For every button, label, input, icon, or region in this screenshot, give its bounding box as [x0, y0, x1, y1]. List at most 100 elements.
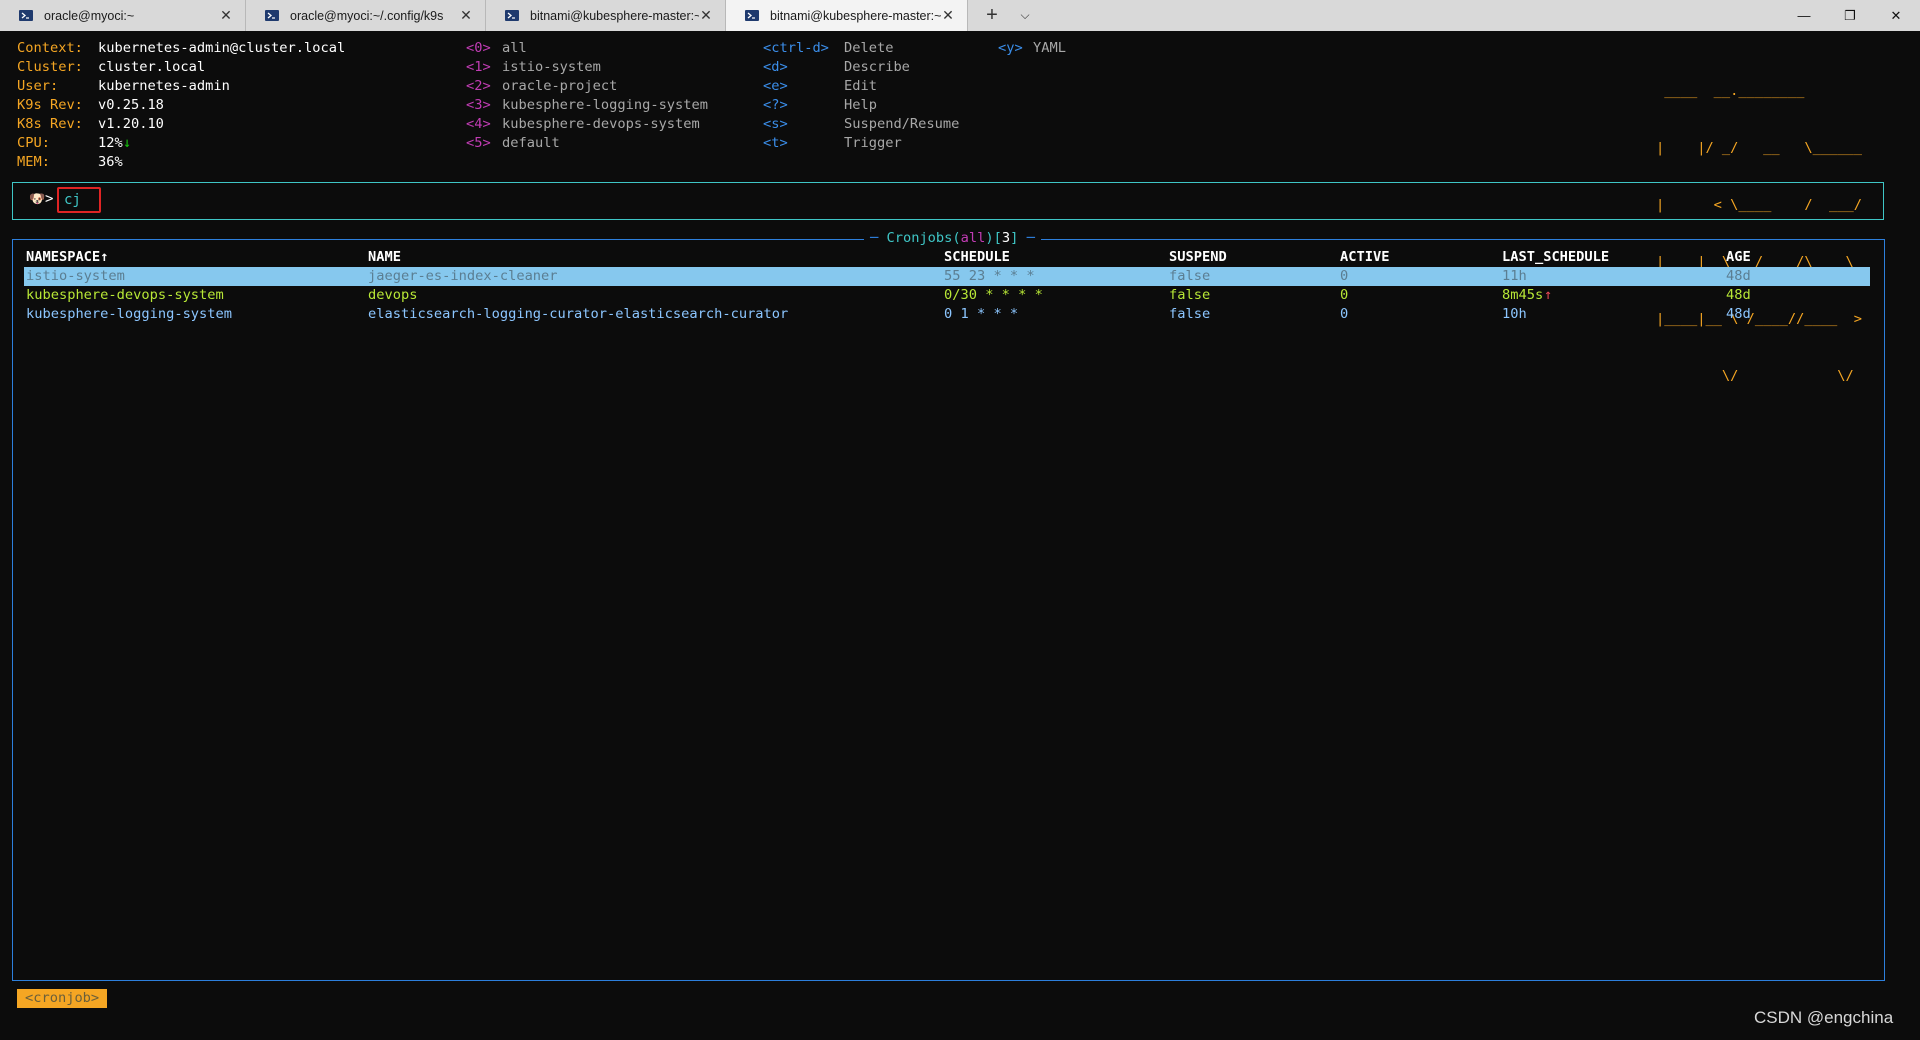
command-input[interactable]	[57, 187, 101, 213]
dog-icon: 🐶	[29, 192, 46, 207]
namespace-name[interactable]: default	[502, 134, 560, 153]
info-label: User:	[17, 78, 59, 94]
cell-name: jaeger-es-index-cleaner	[368, 268, 558, 284]
cell-namespace: kubesphere-devops-system	[26, 287, 224, 303]
shortcut-key: <?>	[763, 97, 788, 113]
namespace-name[interactable]: all	[502, 39, 527, 58]
cell-namespace: istio-system	[26, 268, 125, 284]
cronjobs-table-frame	[12, 239, 1885, 981]
header-name[interactable]: NAME	[368, 248, 401, 267]
namespace-key: <4>	[466, 116, 491, 132]
cell-schedule: 55 23 * * *	[944, 268, 1035, 284]
close-icon[interactable]: ✕	[699, 7, 713, 24]
info-value: kubernetes-admin@cluster.local	[98, 40, 346, 56]
table-resource: Cronjobs	[886, 230, 953, 246]
cell-suspend: false	[1169, 287, 1211, 303]
restore-button[interactable]: ❐	[1827, 0, 1873, 31]
info-label: MEM:	[17, 154, 50, 170]
header-last-schedule[interactable]: LAST_SCHEDULE	[1502, 248, 1609, 267]
title-rule: ─	[1018, 230, 1035, 246]
watermark: CSDN @engchina	[1754, 1008, 1894, 1027]
cell-age: 48d	[1726, 287, 1751, 303]
close-icon[interactable]: ✕	[219, 7, 233, 24]
shortcut-key: <d>	[763, 59, 788, 75]
cell-name: devops	[368, 287, 418, 303]
close-window-button[interactable]: ✕	[1873, 0, 1919, 31]
tab-dropdown-button[interactable]: ⌵	[1012, 0, 1038, 31]
close-icon[interactable]: ✕	[459, 7, 473, 24]
table-count: 3	[1001, 230, 1011, 246]
info-label: Cluster:	[17, 59, 83, 75]
tab-title: bitnami@kubesphere-master:~	[530, 8, 699, 23]
shortcut-action[interactable]: YAML	[1033, 39, 1066, 58]
namespace-key: <0>	[466, 40, 491, 56]
breadcrumb[interactable]: <cronjob>	[17, 989, 108, 1008]
namespace-name[interactable]: istio-system	[502, 58, 601, 77]
info-value: cluster.local	[98, 59, 206, 75]
powershell-icon	[505, 10, 519, 21]
shortcut-action[interactable]: Describe	[844, 58, 910, 77]
shortcut-action[interactable]: Edit	[844, 77, 877, 96]
table-row[interactable]: istio-system jaeger-es-index-cleaner 55 …	[24, 267, 1870, 286]
shortcut-key: <y>	[998, 40, 1023, 56]
cell-active: 0	[1340, 268, 1349, 284]
logo-line: | |/ _/ __ \______	[1656, 140, 1863, 156]
shortcut-action[interactable]: Help	[844, 96, 877, 115]
title-rule: ─	[870, 230, 887, 246]
tab-2[interactable]: oracle@myoci:~/.config/k9s ✕	[246, 0, 486, 31]
cell-suspend: false	[1169, 306, 1211, 322]
namespace-key: <1>	[466, 59, 491, 75]
header-schedule[interactable]: SCHEDULE	[944, 248, 1010, 267]
shortcut-key: <ctrl-d>	[763, 40, 829, 56]
cell-age: 48d	[1726, 306, 1751, 322]
shortcut-action[interactable]: Trigger	[844, 134, 902, 153]
command-prompt[interactable]: 🐶 >	[12, 182, 1884, 220]
cell-active: 0	[1340, 287, 1349, 303]
close-icon[interactable]: ✕	[941, 7, 955, 24]
powershell-icon	[745, 10, 759, 21]
info-value: v0.25.18	[98, 97, 164, 113]
namespace-key: <2>	[466, 78, 491, 94]
cell-age: 48d	[1726, 268, 1751, 284]
tab-1[interactable]: oracle@myoci:~ ✕	[0, 0, 246, 31]
minimize-button[interactable]: —	[1781, 0, 1827, 31]
tab-3[interactable]: bitnami@kubesphere-master:~ ✕	[486, 0, 726, 31]
table-row[interactable]: kubesphere-logging-system elasticsearch-…	[24, 305, 1870, 324]
cell-last-schedule: 8m45s	[1502, 287, 1544, 303]
table-row[interactable]: kubesphere-devops-system devops 0/30 * *…	[24, 286, 1870, 305]
info-label: K9s Rev:	[17, 97, 83, 113]
logo-line: ____ __.________	[1656, 83, 1863, 99]
tab-bar: oracle@myoci:~ ✕ oracle@myoci:~/.config/…	[0, 0, 1920, 31]
namespace-key: <3>	[466, 97, 491, 113]
cell-last-schedule: 11h	[1502, 268, 1527, 284]
namespace-key: <5>	[466, 135, 491, 151]
namespace-name[interactable]: kubesphere-logging-system	[502, 96, 708, 115]
header-namespace[interactable]: NAMESPACE↑	[26, 248, 108, 267]
namespace-name[interactable]: kubesphere-devops-system	[502, 115, 700, 134]
info-value: 12%	[98, 135, 123, 151]
shortcut-key: <e>	[763, 78, 788, 94]
namespace-name[interactable]: oracle-project	[502, 77, 617, 96]
info-label: K8s Rev:	[17, 116, 83, 132]
shortcut-action[interactable]: Suspend/Resume	[844, 115, 959, 134]
shortcut-key: <t>	[763, 135, 788, 151]
cell-namespace: kubesphere-logging-system	[26, 306, 233, 322]
shortcut-action[interactable]: Delete	[844, 39, 893, 58]
info-value: 36%	[98, 154, 123, 170]
cell-schedule: 0/30 * * * *	[944, 287, 1043, 303]
shortcut-key: <s>	[763, 116, 788, 132]
header-active[interactable]: ACTIVE	[1340, 248, 1389, 267]
cell-suspend: false	[1169, 268, 1211, 284]
info-value: kubernetes-admin	[98, 78, 230, 94]
tab-4-active[interactable]: bitnami@kubesphere-master:~ ✕	[726, 0, 968, 31]
cell-name: elasticsearch-logging-curator-elasticsea…	[368, 306, 789, 322]
header-suspend[interactable]: SUSPEND	[1169, 248, 1227, 267]
info-label: CPU:	[17, 135, 50, 151]
cpu-trend-down-icon: ↓	[123, 135, 132, 151]
new-tab-button[interactable]: +	[979, 0, 1005, 31]
cell-last-schedule: 10h	[1502, 306, 1527, 322]
prompt-symbol: >	[45, 191, 54, 207]
header-age[interactable]: AGE	[1726, 248, 1751, 267]
table-scope: all	[960, 230, 986, 246]
powershell-icon	[265, 10, 279, 21]
